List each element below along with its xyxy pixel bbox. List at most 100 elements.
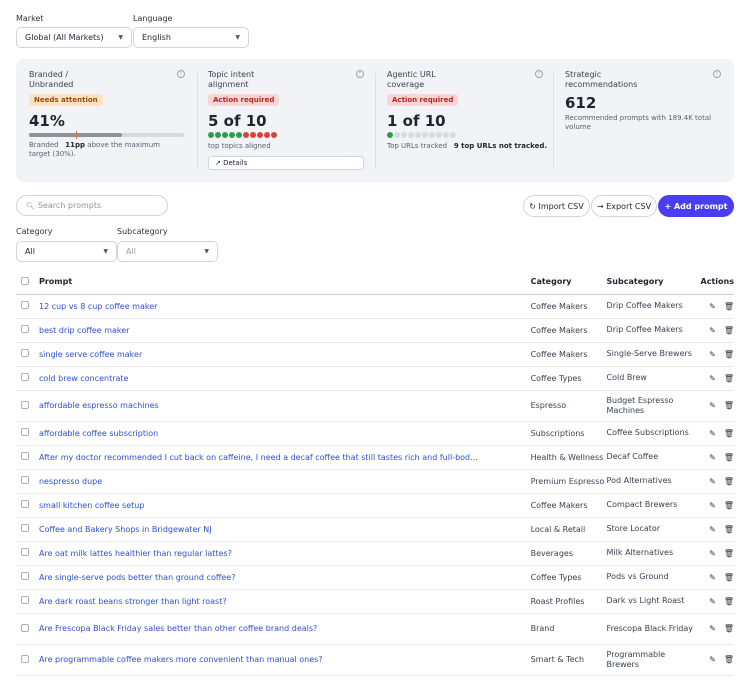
pencil-icon[interactable]: ✎ <box>709 525 716 534</box>
info-icon[interactable]: i <box>713 70 721 78</box>
trash-icon[interactable]: 🗑︎ <box>724 624 734 633</box>
category-cell: Coffee Makers <box>530 318 607 343</box>
prompt-cell[interactable]: cold brew concentrate <box>38 366 531 391</box>
pencil-icon[interactable]: ✎ <box>709 573 716 582</box>
table-row[interactable]: Are single-serve pods better than ground… <box>16 565 734 590</box>
header-prompt[interactable]: Prompt <box>38 270 531 295</box>
pencil-icon[interactable]: ✎ <box>709 429 716 438</box>
row-checkbox[interactable] <box>21 373 29 381</box>
add-prompt-button[interactable]: + Add prompt <box>658 195 734 217</box>
prompt-cell[interactable]: Are single-serve pods better than ground… <box>38 565 531 590</box>
table-row[interactable]: single serve coffee maker Coffee Makers Si… <box>16 342 734 367</box>
trash-icon[interactable]: 🗑︎ <box>724 549 734 558</box>
category-select[interactable]: All ▼ <box>16 241 117 262</box>
table-row[interactable]: Are oat milk lattes healthier than regul… <box>16 541 734 566</box>
prompt-cell[interactable]: affordable espresso machines <box>38 390 531 422</box>
trash-icon[interactable]: 🗑︎ <box>724 401 734 410</box>
market-select[interactable]: Global (All Markets) ▼ <box>16 27 132 48</box>
row-checkbox[interactable] <box>21 623 29 632</box>
trash-icon[interactable]: 🗑︎ <box>724 302 734 311</box>
trash-icon[interactable]: 🗑︎ <box>724 501 734 510</box>
prompt-cell[interactable]: single serve coffee maker <box>38 342 531 367</box>
info-icon[interactable]: i <box>535 70 543 78</box>
header-subcategory[interactable]: Subcategory <box>606 270 701 295</box>
trash-icon[interactable]: 🗑︎ <box>724 350 734 359</box>
prompt-cell[interactable]: small kitchen coffee setup <box>38 493 531 518</box>
table-row[interactable]: After my doctor recommended I cut back o… <box>16 445 734 470</box>
language-select[interactable]: English ▼ <box>133 27 249 48</box>
dot-filled <box>208 132 214 138</box>
table-row[interactable]: small kitchen coffee setup Coffee Makers C… <box>16 493 734 518</box>
trash-icon[interactable]: 🗑︎ <box>724 597 734 606</box>
prompt-cell[interactable]: Are programmable coffee makers more conv… <box>38 644 531 676</box>
table-row[interactable]: affordable espresso machines Espresso Budg… <box>16 390 734 422</box>
export-csv-button[interactable]: → Export CSV <box>591 195 657 217</box>
category-label: Category <box>16 227 53 236</box>
prompt-cell[interactable]: Are oat milk lattes healthier than regul… <box>38 541 531 566</box>
trash-icon[interactable]: 🗑︎ <box>724 525 734 534</box>
trash-icon[interactable]: 🗑︎ <box>724 655 734 664</box>
dot-unfilled <box>408 132 414 138</box>
prompt-cell[interactable]: After my doctor recommended I cut back o… <box>38 445 531 470</box>
row-checkbox[interactable] <box>21 524 29 532</box>
table-row[interactable]: best drip coffee maker Coffee Makers Drip … <box>16 318 734 343</box>
row-checkbox[interactable] <box>21 500 29 508</box>
prompt-cell[interactable]: Are dark roast beans stronger than light… <box>38 589 531 614</box>
table-row[interactable]: cold brew concentrate Coffee Types Cold Br… <box>16 366 734 391</box>
row-checkbox[interactable] <box>21 596 29 604</box>
pencil-icon[interactable]: ✎ <box>709 326 716 335</box>
select-all-checkbox[interactable] <box>21 276 29 285</box>
row-checkbox[interactable] <box>21 400 29 409</box>
prompt-cell[interactable]: nespresso dupe <box>38 469 531 494</box>
pencil-icon[interactable]: ✎ <box>709 350 716 359</box>
table-row[interactable]: affordable coffee subscription Subscripti… <box>16 421 734 446</box>
trash-icon[interactable]: 🗑︎ <box>724 573 734 582</box>
trash-icon[interactable]: 🗑︎ <box>724 453 734 462</box>
details-button[interactable]: ↗ Details <box>208 156 364 170</box>
dot-filled <box>222 132 228 138</box>
prompt-cell[interactable]: Coffee and Bakery Shops in Bridgewater N… <box>38 517 531 542</box>
actions-cell: ✎ 🗑︎ <box>700 318 734 343</box>
prompt-cell[interactable]: affordable coffee subscription <box>38 421 531 446</box>
pencil-icon[interactable]: ✎ <box>709 624 716 633</box>
table-row[interactable]: Are dark roast beans stronger than light… <box>16 589 734 614</box>
pencil-icon[interactable]: ✎ <box>709 655 716 664</box>
header-category[interactable]: Category <box>530 270 607 295</box>
table-row[interactable]: nespresso dupe Premium Espresso Pod Altern… <box>16 469 734 494</box>
trash-icon[interactable]: 🗑︎ <box>724 374 734 383</box>
pencil-icon[interactable]: ✎ <box>709 302 716 311</box>
pencil-icon[interactable]: ✎ <box>709 501 716 510</box>
table-row[interactable]: Are Frescopa Black Friday sales better t… <box>16 613 734 645</box>
row-checkbox[interactable] <box>21 428 29 436</box>
prompt-cell[interactable]: best drip coffee maker <box>38 318 531 343</box>
pencil-icon[interactable]: ✎ <box>709 374 716 383</box>
subcategory-cell: Store Locator <box>606 517 701 542</box>
row-select-cell <box>16 294 39 319</box>
pencil-icon[interactable]: ✎ <box>709 549 716 558</box>
info-icon[interactable]: i <box>356 70 364 78</box>
row-checkbox[interactable] <box>21 452 29 460</box>
row-checkbox[interactable] <box>21 301 29 309</box>
row-checkbox[interactable] <box>21 654 29 663</box>
prompt-cell[interactable]: 12 cup vs 8 cup coffee maker <box>38 294 531 319</box>
table-row[interactable]: Are programmable coffee makers more conv… <box>16 644 734 676</box>
trash-icon[interactable]: 🗑︎ <box>724 326 734 335</box>
subcategory-select[interactable]: All ▼ <box>117 241 218 262</box>
row-checkbox[interactable] <box>21 476 29 484</box>
prompt-cell[interactable]: Are Frescopa Black Friday sales better t… <box>38 613 531 645</box>
pencil-icon[interactable]: ✎ <box>709 477 716 486</box>
table-row[interactable]: 12 cup vs 8 cup coffee maker Coffee Maker… <box>16 294 734 319</box>
row-checkbox[interactable] <box>21 325 29 333</box>
import-csv-button[interactable]: ↻ Import CSV <box>523 195 590 217</box>
row-checkbox[interactable] <box>21 548 29 556</box>
pencil-icon[interactable]: ✎ <box>709 453 716 462</box>
trash-icon[interactable]: 🗑︎ <box>724 429 734 438</box>
row-checkbox[interactable] <box>21 349 29 357</box>
pencil-icon[interactable]: ✎ <box>709 401 716 410</box>
table-row[interactable]: Coffee and Bakery Shops in Bridgewater N… <box>16 517 734 542</box>
search-input[interactable]: 🔍︎ Search prompts <box>16 195 168 216</box>
trash-icon[interactable]: 🗑︎ <box>724 477 734 486</box>
info-icon[interactable]: i <box>177 70 185 78</box>
pencil-icon[interactable]: ✎ <box>709 597 716 606</box>
row-checkbox[interactable] <box>21 572 29 580</box>
